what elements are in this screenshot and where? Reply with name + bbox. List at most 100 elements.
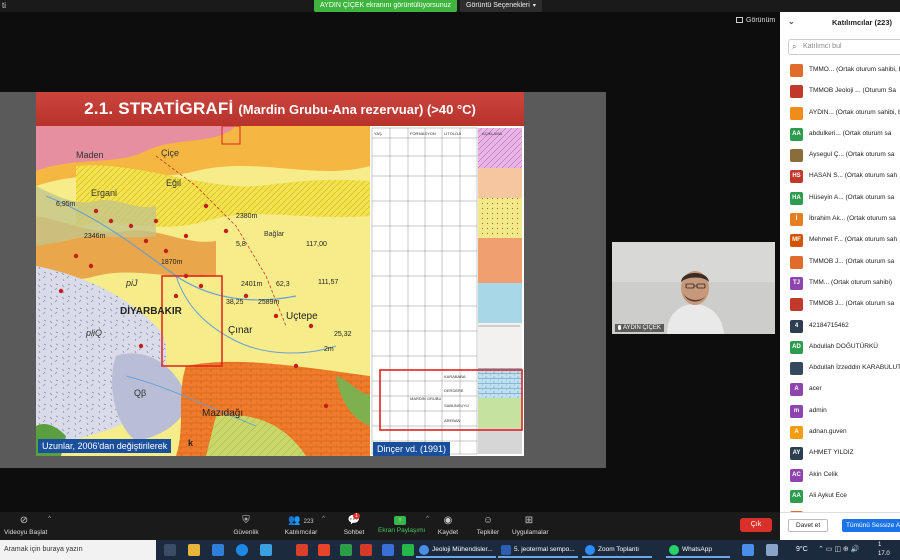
map-value-3: 2380m [236,213,258,220]
participants-label: Katılımcılar [284,529,318,536]
participant-name: Hüseyin A... (Ortak oturum sa [809,193,895,201]
task-view-icon[interactable] [164,544,176,556]
meeting-toolbar: ⊘ Videoyu Başlat ^ ⛨ Güvenlik 👥 223 Katı… [0,512,780,540]
participant-row[interactable]: İ İbrahim Ak... (Ortak oturum sa [780,209,900,230]
excel-icon[interactable] [402,544,414,556]
participant-row[interactable]: HS HASAN S... (Ortak oturum sah [780,166,900,187]
extra-app-icon[interactable] [742,544,754,556]
microphone-icon [618,325,621,330]
participant-row[interactable]: TMMOB J... (Ortak oturum sa [780,252,900,273]
screen-share-banner: AYDIN ÇİÇEK ekranını görüntülüyorsunuz [314,0,457,12]
taskbar-app-zoom[interactable]: Zoom Toplantı [582,542,652,558]
map-label-egil: Eğil [166,178,181,188]
share-screen-button[interactable]: ↑ Ekran Paylaşımı ^ [378,512,429,540]
mail-icon[interactable] [212,544,224,556]
participants-panel: ⌄ Katılımcılar (223) ⌕ Katılımcı bul TMM… [780,12,900,540]
red-app-icon[interactable] [318,544,330,556]
view-options-button[interactable]: Görüntü Seçenekleri ▾ [460,0,542,12]
start-video-button[interactable]: ⊘ Videoyu Başlat ^ [4,512,51,540]
participants-button[interactable]: 👥 223 Katılımcılar ^ [284,512,325,540]
chat-button[interactable]: 💬 1 Sohbet [342,512,366,540]
participant-row[interactable]: Aysegul Ç... (Ortak oturum sa [780,145,900,166]
taskbar-search-input[interactable]: Aramak için buraya yazın [0,540,156,560]
strat-header-lithology: LİTOLOJİ [444,131,461,136]
participant-row[interactable]: HA Hüseyin A... (Ortak oturum sa [780,188,900,209]
grid-view-icon [736,17,743,23]
map-label-diyarbakir: DİYARBAKIR [120,304,183,317]
participant-row[interactable]: Abdullah İzzeddin KARABULUT [780,358,900,379]
participant-row[interactable]: TMMOB Jeoloji ... (Oturum Sa [780,81,900,102]
participants-footer: Davet et Tümünü Sessize Al [780,512,900,540]
search-icon: ⌕ [792,42,797,51]
security-button[interactable]: ⛨ Güvenlik [232,512,260,540]
taskbar-app-whatsapp[interactable]: WhatsApp [666,542,730,558]
share-caret-icon[interactable]: ^ [426,516,429,522]
column-source-caption: Dinçer vd. (1991) [373,442,451,456]
map-label-pij: piJ [125,278,138,288]
invite-button[interactable]: Davet et [788,519,829,532]
participant-search-input[interactable]: ⌕ Katılımcı bul [788,39,900,55]
taskbar-app-word[interactable]: 5. jeotermal sempo... [498,542,578,558]
security-label: Güvenlik [233,529,259,536]
view-button-label: Görünüm [746,17,776,24]
participant-name: TMMOB Jeoloji ... (Oturum Sa [809,87,897,95]
apps-button[interactable]: ⊞ Uygulamalar [512,512,549,540]
map-label-ergani: Ergani [91,188,117,198]
clock-time: 1 [878,542,882,548]
participant-row[interactable]: AC Akin Celik [780,465,900,486]
participant-row[interactable]: AYDIN... (Ortak oturum sahibi, b [780,103,900,124]
taskbar-app-chrome[interactable]: Jeoloji Mühendisler... [416,542,496,558]
office-icon[interactable] [296,544,308,556]
strat-unit-karababa: KARABABA [444,374,466,379]
file-explorer-icon[interactable] [188,544,200,556]
participant-name: HASAN S... (Ortak oturum sah [809,172,898,180]
participant-list: TMMO... (Ortak oturum sahibi, bu TMMOB Je… [780,60,900,529]
participant-row[interactable]: TMMOB J... (Ortak oturum sa [780,294,900,315]
participant-row[interactable]: m admin [780,401,900,422]
system-tray-icons[interactable]: ⌃ ▭ ◫ ⊕ 🔊 [818,545,859,553]
participant-name: AYDIN... (Ortak oturum sahibi, b [809,108,900,116]
windows-taskbar: Aramak için buraya yazın Jeoloji Mühendi… [0,540,900,560]
top-bar: ti AYDIN ÇİÇEK ekranını görüntülüyorsunu… [0,0,900,12]
taskbar-app-whatsapp-label: WhatsApp [682,546,712,553]
map-label-qb: Qβ [134,388,146,398]
geological-map: Maden Çiçe Ergani Eğil DİYARBAKIR Uçtepe… [36,126,370,456]
collapse-chevron-icon[interactable]: ⌄ [788,17,795,26]
participant-row[interactable]: AD Abdullah DOĞUTÜRKÜ [780,337,900,358]
view-button[interactable]: Görünüm [736,17,775,24]
participant-avatar: AC [790,468,803,482]
participant-row[interactable]: AY AHMET YILDIZ [780,443,900,464]
edge-icon[interactable] [236,544,248,556]
participant-row[interactable]: 4 42184715462 [780,316,900,337]
video-caret-icon[interactable]: ^ [48,516,51,522]
weather-temperature[interactable]: 9°C [796,540,808,560]
reactions-icon: ☺ [482,515,494,526]
participant-row[interactable]: AA abdulkeri... (Ortak oturum sa [780,124,900,145]
start-video-label: Videoyu Başlat [4,529,48,536]
participant-name: Abdullah İzzeddin KARABULUT [809,364,900,372]
generic-app-icon[interactable] [382,544,394,556]
participant-row[interactable]: MF Mehmet F... (Ortak oturum sah [780,230,900,251]
mute-all-button[interactable]: Tümünü Sessize Al [842,519,900,532]
participant-row[interactable]: AA Ali Aykut Ece [780,486,900,507]
participant-row[interactable]: Aadnan.guven [780,422,900,443]
participant-row[interactable]: Aacer [780,379,900,400]
leave-button[interactable]: Çık [740,518,772,532]
speaker-video-tile[interactable]: AYDIN ÇİÇEK [612,242,775,334]
participant-avatar [790,85,803,99]
slide-title: 2.1. STRATİGRAFİ [84,99,234,118]
participant-row[interactable]: TMMO... (Ortak oturum sahibi, bu [780,60,900,81]
taskbar-clock[interactable]: 1 17.0 [878,541,890,559]
participant-name: admin [809,406,827,414]
store-icon[interactable] [260,544,272,556]
participants-count: 223 [303,519,314,525]
participant-row[interactable]: TJ TMM... (Ortak oturum sahibi) [780,273,900,294]
participant-avatar [790,362,803,376]
record-button[interactable]: ◉ Kaydet [436,512,460,540]
participants-caret-icon[interactable]: ^ [322,516,325,522]
reactions-button[interactable]: ☺ Tepkiler [476,512,500,540]
extra-app-2-icon[interactable] [766,544,778,556]
powerpoint-icon[interactable] [360,544,372,556]
map-label-cicek: Çiçe [161,148,179,158]
green-app-icon[interactable] [340,544,352,556]
